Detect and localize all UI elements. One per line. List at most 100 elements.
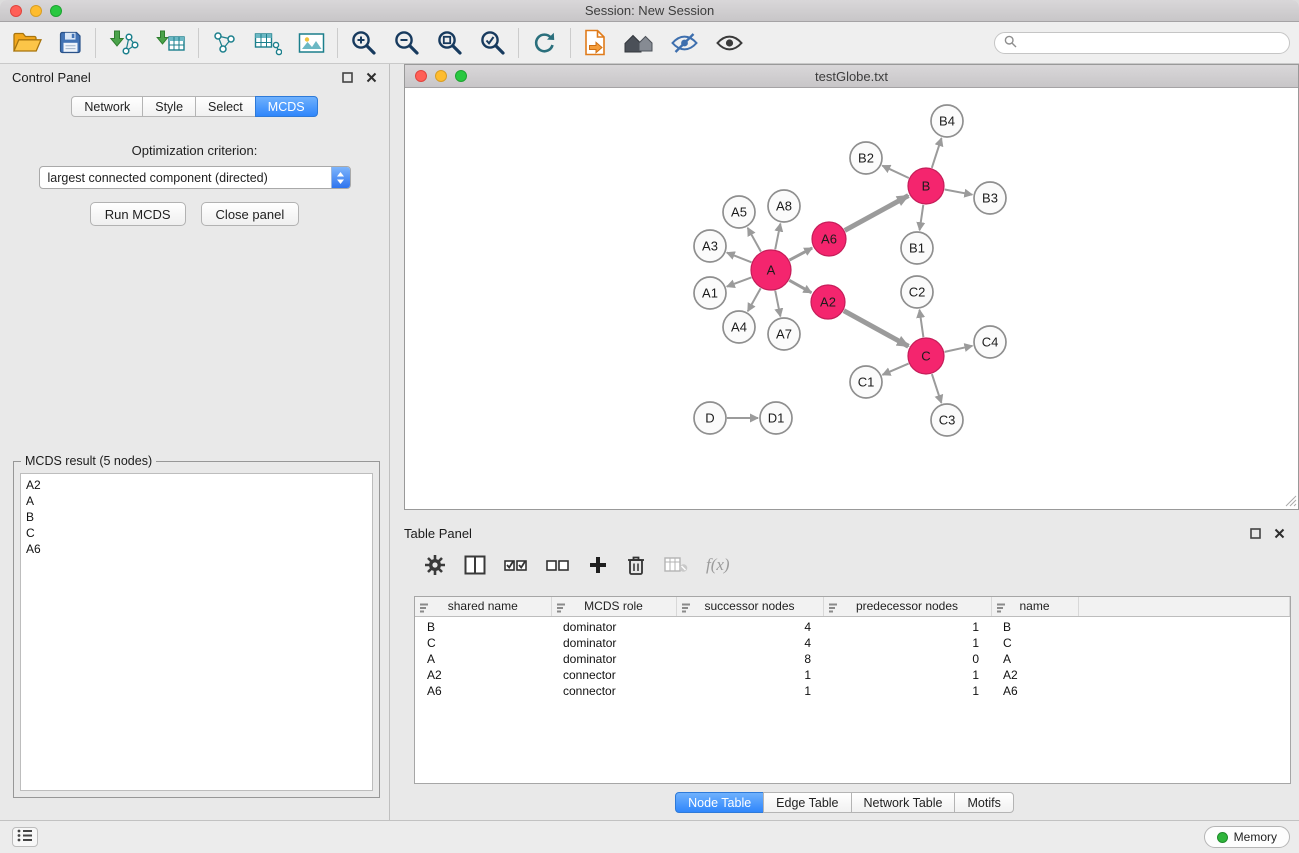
table-cell[interactable]: C bbox=[415, 635, 551, 651]
search-box[interactable] bbox=[994, 32, 1290, 54]
graph-node-C2[interactable]: C2 bbox=[901, 276, 933, 308]
table-cell[interactable]: A2 bbox=[415, 667, 551, 683]
table-cell[interactable]: A bbox=[415, 651, 551, 667]
show-graphics-details-icon[interactable] bbox=[715, 32, 744, 54]
column-header-MCDS-role[interactable]: MCDS role bbox=[551, 597, 676, 616]
mcds-result-item[interactable]: A6 bbox=[26, 541, 367, 557]
graph-edge-A6-B[interactable] bbox=[845, 196, 909, 231]
table-cell[interactable]: A6 bbox=[991, 683, 1078, 699]
graph-edge-B-B3[interactable] bbox=[945, 190, 973, 195]
table-cell[interactable]: 8 bbox=[676, 651, 823, 667]
close-window-button[interactable] bbox=[10, 5, 22, 17]
toggle-columns-icon[interactable] bbox=[464, 555, 486, 575]
refresh-layout-icon[interactable] bbox=[531, 30, 558, 56]
graph-edge-A-A3[interactable] bbox=[727, 253, 752, 263]
minimize-window-button[interactable] bbox=[30, 5, 42, 17]
zoom-in-icon[interactable] bbox=[350, 29, 377, 56]
table-cell[interactable]: A bbox=[991, 651, 1078, 667]
import-document-icon[interactable] bbox=[583, 29, 607, 56]
resize-handle[interactable] bbox=[1284, 494, 1297, 507]
import-network-icon[interactable] bbox=[108, 30, 139, 56]
graph-edge-C-C4[interactable] bbox=[945, 346, 973, 352]
graph-edge-B-B2[interactable] bbox=[882, 166, 909, 178]
table-cell[interactable]: 1 bbox=[676, 683, 823, 699]
graph-node-C[interactable]: C bbox=[908, 338, 944, 374]
open-file-icon[interactable] bbox=[12, 30, 42, 55]
graph-node-B[interactable]: B bbox=[908, 168, 944, 204]
graph-edge-C-C3[interactable] bbox=[932, 374, 942, 403]
save-icon[interactable] bbox=[58, 30, 83, 55]
zoom-network-window-button[interactable] bbox=[455, 70, 467, 82]
graph-edge-A-A1[interactable] bbox=[727, 277, 752, 286]
show-panels-button[interactable] bbox=[12, 827, 38, 847]
table-cell[interactable]: connector bbox=[551, 667, 676, 683]
tab-network-table[interactable]: Network Table bbox=[851, 792, 956, 813]
float-table-panel-icon[interactable] bbox=[1250, 528, 1261, 539]
memory-button[interactable]: Memory bbox=[1204, 826, 1290, 848]
graph-edge-C-C2[interactable] bbox=[920, 310, 924, 337]
table-cell[interactable]: dominator bbox=[551, 616, 676, 635]
tab-select[interactable]: Select bbox=[195, 96, 256, 117]
table-cell[interactable]: dominator bbox=[551, 635, 676, 651]
table-row[interactable]: Adominator80A bbox=[415, 651, 1290, 667]
close-panel-button[interactable]: Close panel bbox=[201, 202, 300, 226]
mcds-result-item[interactable]: A2 bbox=[26, 477, 367, 493]
zoom-fit-icon[interactable] bbox=[436, 29, 463, 56]
optimization-criterion-dropdown[interactable]: largest connected component (directed) bbox=[39, 166, 351, 189]
tab-edge-table[interactable]: Edge Table bbox=[763, 792, 851, 813]
hide-graphics-details-icon[interactable] bbox=[670, 31, 699, 55]
table-row[interactable]: Cdominator41C bbox=[415, 635, 1290, 651]
new-column-icon[interactable] bbox=[588, 555, 608, 575]
minimize-network-window-button[interactable] bbox=[435, 70, 447, 82]
graph-edge-A-A7[interactable] bbox=[775, 291, 780, 317]
network-graph[interactable]: B4B2BB3A5A8A6A3B1AC2A1A2A4A7C4CC1C3DD1 bbox=[405, 88, 1298, 508]
zoom-window-button[interactable] bbox=[50, 5, 62, 17]
close-network-window-button[interactable] bbox=[415, 70, 427, 82]
graph-node-B4[interactable]: B4 bbox=[931, 105, 963, 137]
graph-node-A1[interactable]: A1 bbox=[694, 277, 726, 309]
table-cell[interactable]: A2 bbox=[991, 667, 1078, 683]
graph-edge-B-B4[interactable] bbox=[932, 138, 942, 168]
new-network-icon[interactable] bbox=[211, 30, 238, 56]
table-cell[interactable]: 4 bbox=[676, 616, 823, 635]
graph-node-B1[interactable]: B1 bbox=[901, 232, 933, 264]
graph-node-D[interactable]: D bbox=[694, 402, 726, 434]
export-image-icon[interactable] bbox=[298, 31, 325, 55]
graph-node-A6[interactable]: A6 bbox=[812, 222, 846, 256]
close-table-panel-icon[interactable] bbox=[1274, 528, 1285, 539]
graph-edge-A2-C[interactable] bbox=[844, 311, 909, 347]
table-row[interactable]: Bdominator41B bbox=[415, 616, 1290, 635]
float-panel-icon[interactable] bbox=[342, 72, 353, 83]
graph-edge-A-A8[interactable] bbox=[775, 224, 780, 250]
graph-node-C4[interactable]: C4 bbox=[974, 326, 1006, 358]
zoom-out-icon[interactable] bbox=[393, 29, 420, 56]
graph-node-C3[interactable]: C3 bbox=[931, 404, 963, 436]
column-header-successor-nodes[interactable]: successor nodes bbox=[676, 597, 823, 616]
mcds-result-item[interactable]: A bbox=[26, 493, 367, 509]
run-mcds-button[interactable]: Run MCDS bbox=[90, 202, 186, 226]
search-input[interactable] bbox=[1022, 36, 1280, 50]
close-panel-icon[interactable] bbox=[366, 72, 377, 83]
mcds-result-list[interactable]: A2ABCA6 bbox=[20, 473, 373, 791]
graph-node-D1[interactable]: D1 bbox=[760, 402, 792, 434]
graph-edge-A-A4[interactable] bbox=[748, 288, 761, 311]
function-builder-button[interactable]: f(x) bbox=[706, 555, 730, 575]
deselect-all-icon[interactable] bbox=[546, 556, 570, 574]
table-options-icon[interactable] bbox=[424, 554, 446, 576]
column-header-shared-name[interactable]: shared name bbox=[415, 597, 551, 616]
network-canvas[interactable]: B4B2BB3A5A8A6A3B1AC2A1A2A4A7C4CC1C3DD1 bbox=[405, 88, 1298, 508]
table-cell[interactable]: dominator bbox=[551, 651, 676, 667]
app-titlebar[interactable]: Session: New Session bbox=[0, 0, 1299, 22]
delete-columns-icon[interactable] bbox=[626, 554, 646, 576]
table-cell[interactable]: A6 bbox=[415, 683, 551, 699]
table-row[interactable]: A6connector11A6 bbox=[415, 683, 1290, 699]
graph-edge-A-A2[interactable] bbox=[789, 280, 811, 292]
tab-mcds[interactable]: MCDS bbox=[255, 96, 318, 117]
graph-edge-B-B1[interactable] bbox=[920, 205, 924, 230]
graph-node-A2[interactable]: A2 bbox=[811, 285, 845, 319]
import-table-icon[interactable] bbox=[155, 30, 186, 56]
tab-network[interactable]: Network bbox=[71, 96, 143, 117]
table-cell[interactable]: 1 bbox=[823, 616, 991, 635]
graph-edge-A-A5[interactable] bbox=[748, 228, 761, 252]
graph-node-B3[interactable]: B3 bbox=[974, 182, 1006, 214]
